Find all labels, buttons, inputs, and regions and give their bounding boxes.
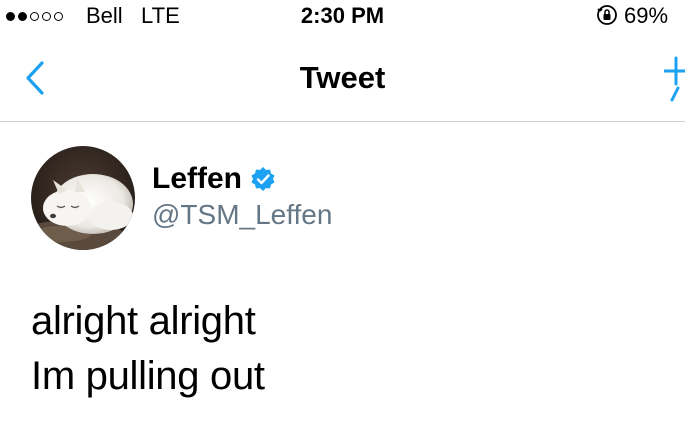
display-name[interactable]: Leffen (152, 160, 242, 198)
status-time: 2:30 PM (300, 3, 385, 28)
page-title: Tweet (299, 60, 386, 95)
user-handle[interactable]: @TSM_Leffen (152, 196, 332, 234)
rotation-lock-icon (597, 5, 617, 25)
author-row[interactable]: Leffen (152, 160, 276, 198)
arctic-fox-avatar (31, 146, 135, 250)
tweet-text: alright alright Im pulling out (31, 294, 265, 404)
tweet-line: alright alright (31, 299, 256, 343)
status-bar: Bell LTE 2:30 PM 69% (0, 0, 685, 34)
plus-icon[interactable] (664, 54, 685, 102)
tweet-line: Im pulling out (31, 354, 265, 398)
nav-bar: Tweet (0, 34, 685, 122)
verified-badge-icon (251, 167, 275, 191)
battery-percent: 69% (624, 3, 669, 28)
avatar[interactable] (31, 146, 135, 250)
